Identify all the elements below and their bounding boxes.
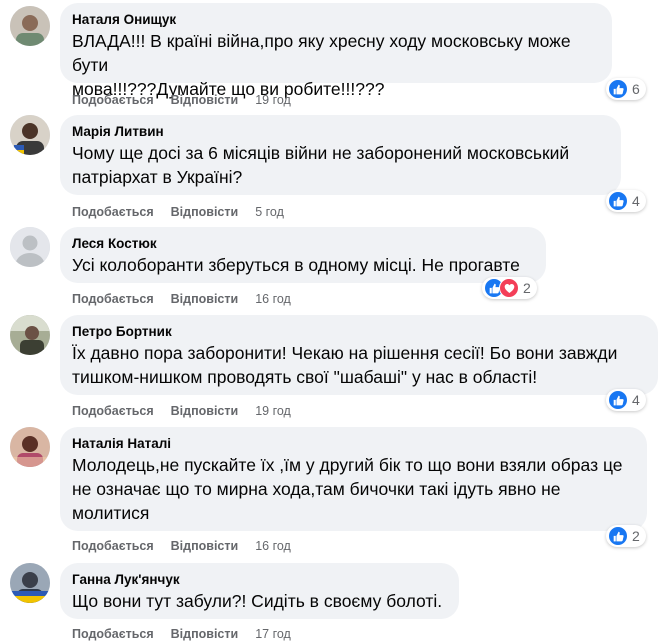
avatar[interactable] <box>10 6 50 46</box>
comment-actions: Подобається Відповісти 19 год <box>72 92 308 108</box>
like-icon <box>608 390 628 410</box>
reaction-count: 4 <box>632 193 640 209</box>
like-button[interactable]: Подобається <box>72 403 154 419</box>
reply-button[interactable]: Відповісти <box>171 403 239 419</box>
comment-text: Їх давно пора заборонити! Чекаю на рішен… <box>72 343 618 387</box>
reply-button[interactable]: Відповісти <box>171 626 239 642</box>
comment-actions: Подобається Відповісти 16 год <box>72 291 308 307</box>
like-icon <box>608 79 628 99</box>
reply-button[interactable]: Відповісти <box>171 291 239 307</box>
avatar[interactable] <box>10 227 50 267</box>
comment-author[interactable]: Леся Костюк <box>72 235 534 253</box>
love-icon <box>499 278 519 298</box>
reply-button[interactable]: Відповісти <box>171 92 239 108</box>
reaction-count: 6 <box>632 81 640 97</box>
comment-time[interactable]: 16 год <box>255 291 291 307</box>
comment-author[interactable]: Наталя Онищук <box>72 11 600 29</box>
comment-text: ВЛАДА!!! В країні війна,про яку хресну х… <box>72 31 571 99</box>
comment-author[interactable]: Марія Литвин <box>72 123 609 141</box>
reactions-badge[interactable]: 4 <box>606 190 646 212</box>
reactions-badge[interactable]: 4 <box>606 389 646 411</box>
comment-time[interactable]: 17 год <box>255 626 291 642</box>
comment-author[interactable]: Ганна Лук'янчук <box>72 571 447 589</box>
avatar[interactable] <box>10 115 50 155</box>
reactions-badge[interactable]: 6 <box>606 78 646 100</box>
reactions-badge[interactable]: 2 <box>606 525 646 547</box>
reply-button[interactable]: Відповісти <box>171 538 239 554</box>
comment-actions: Подобається Відповісти 5 год <box>72 204 301 220</box>
comment-bubble: Марія Литвин Чому ще досі за 6 місяців в… <box>60 115 621 195</box>
comment-text: Усі колоборанти зберуться в одному місці… <box>72 255 520 275</box>
reaction-count: 4 <box>632 392 640 408</box>
like-icon <box>608 191 628 211</box>
avatar[interactable] <box>10 563 50 603</box>
avatar[interactable] <box>10 427 50 467</box>
comment-author[interactable]: Наталія Наталі <box>72 435 635 453</box>
like-button[interactable]: Подобається <box>72 204 154 220</box>
reaction-count: 2 <box>632 528 640 544</box>
reply-button[interactable]: Відповісти <box>171 204 239 220</box>
like-button[interactable]: Подобається <box>72 538 154 554</box>
comment-bubble: Наталія Наталі Молодець,не пускайте їх ,… <box>60 427 647 531</box>
comment-bubble: Леся Костюк Усі колоборанти зберуться в … <box>60 227 546 283</box>
comment-bubble: Ганна Лук'янчук Що вони тут забули?! Сид… <box>60 563 459 619</box>
comment-actions: Подобається Відповісти 16 год <box>72 538 308 554</box>
like-button[interactable]: Подобається <box>72 626 154 642</box>
like-button[interactable]: Подобається <box>72 291 154 307</box>
comment-bubble: Петро Бортник Їх давно пора заборонити! … <box>60 315 658 395</box>
comment-text: Молодець,не пускайте їх ,їм у другий бік… <box>72 455 623 523</box>
avatar[interactable] <box>10 315 50 355</box>
like-button[interactable]: Подобається <box>72 92 154 108</box>
comment-actions: Подобається Відповісти 19 год <box>72 403 308 419</box>
comment-text: Чому ще досі за 6 місяців війни не забор… <box>72 143 570 187</box>
comment-text: Що вони тут забули?! Сидіть в своєму бол… <box>72 591 443 611</box>
comment-time[interactable]: 19 год <box>255 403 291 419</box>
like-icon <box>608 526 628 546</box>
comment-author[interactable]: Петро Бортник <box>72 323 646 341</box>
reactions-badge[interactable]: 2 <box>482 277 537 299</box>
comment-actions: Подобається Відповісти 17 год <box>72 626 308 642</box>
comment-time[interactable]: 19 год <box>255 92 291 108</box>
reaction-count: 2 <box>523 280 531 296</box>
comment-bubble: Наталя Онищук ВЛАДА!!! В країні війна,пр… <box>60 3 612 99</box>
comment-time[interactable]: 16 год <box>255 538 291 554</box>
comment-time[interactable]: 5 год <box>255 204 284 220</box>
